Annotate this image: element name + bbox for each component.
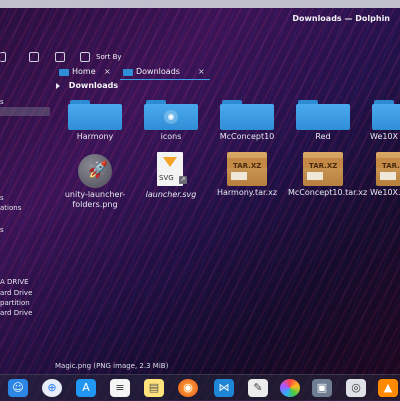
folder-icon: [372, 100, 400, 130]
details-view-icon[interactable]: [55, 52, 65, 62]
sidebar-item[interactable]: A DRIVE: [0, 278, 29, 286]
dock: ☺ ⊕ A ≡ ▤ ◉ ⋈ ✎ ▣ ◎ ▲: [0, 374, 400, 401]
link-emblem-icon: ↗: [179, 176, 187, 184]
file-name: Red: [315, 132, 331, 141]
breadcrumb-label: Downloads: [68, 81, 119, 90]
rocket-app-icon: 🚀: [70, 154, 120, 188]
sidebar-item[interactable]: partition: [0, 299, 30, 307]
file-item-folder[interactable]: Red: [288, 100, 358, 142]
places-sidebar: s s ations s A DRIVE ard Drive partition…: [0, 90, 50, 360]
file-name: We10X.tar.xz: [370, 188, 400, 197]
folder-icon: [59, 69, 69, 76]
file-item-archive[interactable]: TAR.XZ Harmony.tar.xz: [212, 152, 282, 198]
file-item-image[interactable]: 🚀 unity-launcher-folders.png: [60, 154, 130, 210]
sidebar-item[interactable]: s: [0, 194, 4, 202]
folder-icon: [123, 69, 133, 76]
file-name: launcher.svg: [145, 190, 197, 199]
file-item-folder[interactable]: Harmony: [60, 100, 130, 142]
archive-icon: TAR.XZ: [374, 152, 400, 186]
sidebar-item[interactable]: s: [0, 226, 4, 234]
textedit-icon[interactable]: ≡: [110, 379, 130, 397]
sidebar-item[interactable]: ard Drive: [0, 289, 32, 297]
sidebar-selected-item[interactable]: [0, 107, 50, 116]
breadcrumb[interactable]: Downloads: [56, 80, 118, 92]
chevron-right-icon: [56, 82, 60, 89]
compact-view-icon[interactable]: [29, 52, 39, 62]
sidebar-item[interactable]: ations: [0, 204, 21, 212]
sidebar-item[interactable]: ard Drive: [0, 309, 32, 317]
file-item-archive[interactable]: TAR.XZ We10X.tar.xz: [364, 152, 400, 198]
icons-emblem-icon: ◉: [164, 110, 178, 124]
file-name: unity-launcher-folders.png: [64, 190, 126, 209]
file-name: icons: [160, 132, 182, 141]
finder-icon[interactable]: ☺: [8, 379, 28, 397]
file-name: Harmony.tar.xz: [216, 188, 278, 197]
file-name: McConcept10: [219, 132, 275, 141]
file-item-archive[interactable]: TAR.XZ McConcept10.tar.xz: [288, 152, 368, 198]
system-menu-bar: [0, 0, 400, 8]
tab-downloads[interactable]: Downloads ×: [120, 64, 210, 80]
folder-icon: [296, 100, 350, 130]
status-bar-text: Magic.png (PNG image, 2.3 MiB): [55, 362, 169, 370]
folder-icon: ◉: [144, 100, 198, 130]
file-item-svg[interactable]: SVG ↗ launcher.svg: [136, 152, 206, 200]
file-item-folder[interactable]: McConcept10: [212, 100, 282, 142]
screenshot-icon[interactable]: ◎: [346, 379, 366, 397]
close-icon[interactable]: ×: [104, 64, 111, 80]
vlc-icon[interactable]: ▲: [378, 379, 398, 397]
archive-icon: TAR.XZ: [225, 152, 269, 186]
view-mode-icon[interactable]: [0, 52, 6, 62]
notes-icon[interactable]: ▤: [144, 379, 164, 397]
tab-bar: Home × Downloads ×: [56, 64, 400, 80]
firefox-icon[interactable]: ◉: [178, 379, 198, 397]
safari-icon[interactable]: ⊕: [42, 379, 62, 397]
vscode-icon[interactable]: ⋈: [214, 379, 234, 397]
file-name: McConcept10.tar.xz: [288, 188, 368, 197]
close-icon[interactable]: ×: [198, 64, 205, 80]
svg-file-icon: SVG ↗: [153, 152, 189, 188]
archive-badge: TAR.XZ: [382, 162, 400, 170]
preview-icon[interactable]: ▣: [312, 379, 332, 397]
file-name: We10X: [370, 132, 399, 141]
sort-icon[interactable]: [80, 52, 90, 62]
window-titlebar: Downloads — Dolphin: [0, 8, 400, 30]
archive-badge: TAR.XZ: [309, 162, 338, 170]
file-item-folder[interactable]: ◉ icons: [136, 100, 206, 142]
file-item-folder[interactable]: We10X: [364, 100, 400, 142]
file-name: Harmony: [76, 132, 114, 141]
folder-icon: [68, 100, 122, 130]
window-title: Downloads — Dolphin: [292, 14, 390, 23]
tab-label: Home: [72, 67, 96, 76]
photos-icon[interactable]: [280, 379, 300, 397]
svg-badge: SVG: [159, 174, 174, 182]
sidebar-item[interactable]: s: [0, 98, 4, 106]
script-editor-icon[interactable]: ✎: [248, 379, 268, 397]
folder-icon: [220, 100, 274, 130]
archive-badge: TAR.XZ: [233, 162, 262, 170]
archive-icon: TAR.XZ: [301, 152, 345, 186]
tab-label: Downloads: [136, 67, 180, 76]
app-store-icon[interactable]: A: [76, 379, 96, 397]
